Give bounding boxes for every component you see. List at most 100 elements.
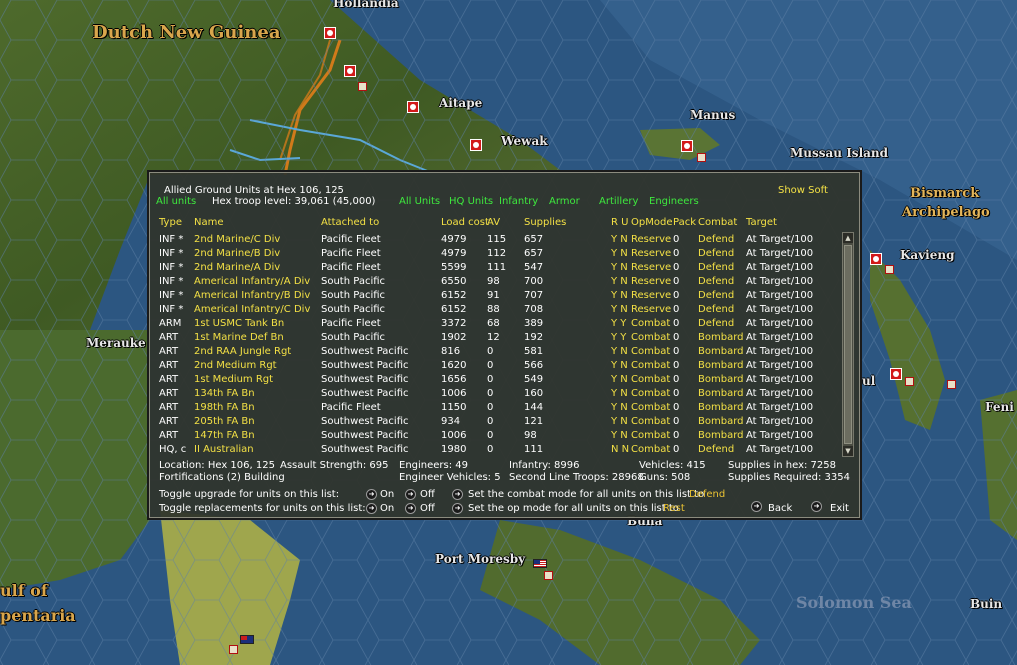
combat-mode-value[interactable]: Defend <box>689 489 725 501</box>
unit-combat-mode[interactable]: Bombard <box>698 331 743 345</box>
scroll-up-icon[interactable]: ▲ <box>843 233 853 243</box>
scroll-down-icon[interactable]: ▼ <box>843 446 853 456</box>
replacements-off-arrow-icon[interactable]: ➜ <box>405 503 416 514</box>
unit-ru-toggle[interactable]: Y N <box>611 261 628 275</box>
unit-opmode[interactable]: Combat <box>631 331 670 345</box>
scroll-thumb[interactable] <box>844 245 852 444</box>
unit-opmode[interactable]: Combat <box>631 387 670 401</box>
unit-combat-mode[interactable]: Defend <box>698 275 734 289</box>
col-target[interactable]: Target <box>746 217 777 228</box>
unit-name-link[interactable]: 198th FA Bn <box>194 401 255 415</box>
filter-engineers[interactable]: Engineers <box>649 196 699 208</box>
col-supplies[interactable]: Supplies <box>524 217 566 228</box>
japanese-base-icon[interactable] <box>470 139 482 151</box>
unit-ru-toggle[interactable]: Y N <box>611 275 628 289</box>
set-combat-mode-label[interactable]: Set the combat mode for all units on thi… <box>468 489 704 501</box>
unit-row[interactable]: INF * Americal Infantry/C Div South Pacifi… <box>150 303 840 317</box>
filter-all-units-left[interactable]: All units <box>156 196 196 208</box>
unit-combat-mode[interactable]: Bombard <box>698 345 743 359</box>
col-ru[interactable]: R U <box>611 217 628 228</box>
unit-name-link[interactable]: 2nd Marine/A Div <box>194 261 280 275</box>
filter-all-units[interactable]: All Units <box>399 196 440 208</box>
unit-marker-icon[interactable] <box>905 377 914 386</box>
op-mode-arrow-icon[interactable]: ➜ <box>452 503 463 514</box>
unit-combat-mode[interactable]: Bombard <box>698 429 743 443</box>
japanese-base-icon[interactable] <box>681 140 693 152</box>
unit-name-link[interactable]: Americal Infantry/B Div <box>194 289 310 303</box>
unit-opmode[interactable]: Combat <box>631 443 670 457</box>
upgrade-off-button[interactable]: Off <box>420 489 435 501</box>
unit-combat-mode[interactable]: Defend <box>698 303 734 317</box>
op-mode-value[interactable]: Rest <box>663 503 685 515</box>
unit-opmode[interactable]: Reserve <box>631 289 671 303</box>
unit-ru-toggle[interactable]: Y N <box>611 247 628 261</box>
unit-name-link[interactable]: 2nd Medium Rgt <box>194 359 277 373</box>
unit-opmode[interactable]: Combat <box>631 429 670 443</box>
exit-button[interactable]: Exit <box>830 503 849 515</box>
unit-name-link[interactable]: II Australian <box>194 443 254 457</box>
unit-row[interactable]: ART 1st Medium Rgt Southwest Pacific 1656 0 5… <box>150 373 840 387</box>
unit-row[interactable]: ART 2nd RAA Jungle Rgt Southwest Pacific 81… <box>150 345 840 359</box>
upgrade-on-arrow-icon[interactable]: ➜ <box>366 489 377 500</box>
col-load-cost[interactable]: Load cost <box>441 217 489 228</box>
unit-opmode[interactable]: Combat <box>631 345 670 359</box>
show-soft-toggle[interactable]: Show Soft <box>778 185 828 197</box>
unit-combat-mode[interactable]: Bombard <box>698 415 743 429</box>
unit-name-link[interactable]: Americal Infantry/C Div <box>194 303 310 317</box>
unit-marker-icon[interactable] <box>229 645 238 654</box>
unit-ru-toggle[interactable]: Y N <box>611 415 628 429</box>
japanese-base-icon[interactable] <box>890 368 902 380</box>
unit-combat-mode[interactable]: Defend <box>698 261 734 275</box>
unit-row[interactable]: INF * Americal Infantry/A Div South Pacifi… <box>150 275 840 289</box>
us-flag-icon[interactable] <box>533 559 547 568</box>
exit-arrow-icon[interactable]: ➜ <box>811 501 822 512</box>
unit-marker-icon[interactable] <box>697 153 706 162</box>
unit-combat-mode[interactable]: Defend <box>698 233 734 247</box>
unit-combat-mode[interactable]: Bombard <box>698 387 743 401</box>
unit-ru-toggle[interactable]: Y N <box>611 303 628 317</box>
unit-ru-toggle[interactable]: Y N <box>611 387 628 401</box>
unit-row[interactable]: ART 198th FA Bn Pacific Fleet 1150 0 144 Y N Co… <box>150 401 840 415</box>
unit-name-link[interactable]: 1st Marine Def Bn <box>194 331 284 345</box>
upgrade-on-button[interactable]: On <box>380 489 394 501</box>
col-opmode[interactable]: OpMode <box>631 217 672 228</box>
unit-row[interactable]: INF * 2nd Marine/C Div Pacific Fleet 4979 11… <box>150 233 840 247</box>
unit-ru-toggle[interactable]: Y N <box>611 289 628 303</box>
unit-name-link[interactable]: 1st USMC Tank Bn <box>194 317 284 331</box>
back-button[interactable]: Back <box>768 503 792 515</box>
unit-opmode[interactable]: Reserve <box>631 303 671 317</box>
unit-marker-icon[interactable] <box>358 82 367 91</box>
col-av[interactable]: AV <box>487 217 500 228</box>
unit-combat-mode[interactable]: Defend <box>698 289 734 303</box>
unit-name-link[interactable]: 1st Medium Rgt <box>194 373 273 387</box>
unit-row[interactable]: INF * 2nd Marine/A Div Pacific Fleet 5599 11… <box>150 261 840 275</box>
unit-marker-icon[interactable] <box>885 265 894 274</box>
filter-artillery[interactable]: Artillery <box>599 196 638 208</box>
unit-combat-mode[interactable]: Defend <box>698 247 734 261</box>
unit-opmode[interactable]: Reserve <box>631 275 671 289</box>
unit-ru-toggle[interactable]: Y N <box>611 359 628 373</box>
japanese-base-icon[interactable] <box>324 27 336 39</box>
unit-name-link[interactable]: Americal Infantry/A Div <box>194 275 310 289</box>
unit-ru-toggle[interactable]: Y N <box>611 233 628 247</box>
col-name[interactable]: Name <box>194 217 224 228</box>
unit-row[interactable]: ART 1st Marine Def Bn South Pacific 1902 12 1… <box>150 331 840 345</box>
unit-opmode[interactable]: Reserve <box>631 233 671 247</box>
unit-opmode[interactable]: Combat <box>631 401 670 415</box>
upgrade-off-arrow-icon[interactable]: ➜ <box>405 489 416 500</box>
col-attached-to[interactable]: Attached to <box>321 217 379 228</box>
unit-ru-toggle[interactable]: Y Y <box>611 317 626 331</box>
unit-row[interactable]: HQ, c II Australian Southwest Pacific 1980 0… <box>150 443 840 457</box>
unit-combat-mode[interactable]: Bombard <box>698 359 743 373</box>
replacements-off-button[interactable]: Off <box>420 503 435 515</box>
unit-opmode[interactable]: Combat <box>631 317 670 331</box>
unit-name-link[interactable]: 2nd RAA Jungle Rgt <box>194 345 291 359</box>
australia-flag-icon[interactable] <box>240 635 254 644</box>
unit-row[interactable]: ART 134th FA Bn Southwest Pacific 1006 0 160 Y… <box>150 387 840 401</box>
back-arrow-icon[interactable]: ➜ <box>751 501 762 512</box>
unit-opmode[interactable]: Reserve <box>631 261 671 275</box>
unit-marker-icon[interactable] <box>544 571 553 580</box>
unit-ru-toggle[interactable]: Y N <box>611 429 628 443</box>
unit-combat-mode[interactable]: Defend <box>698 317 734 331</box>
unit-row[interactable]: ARM 1st USMC Tank Bn Pacific Fleet 3372 68 38… <box>150 317 840 331</box>
